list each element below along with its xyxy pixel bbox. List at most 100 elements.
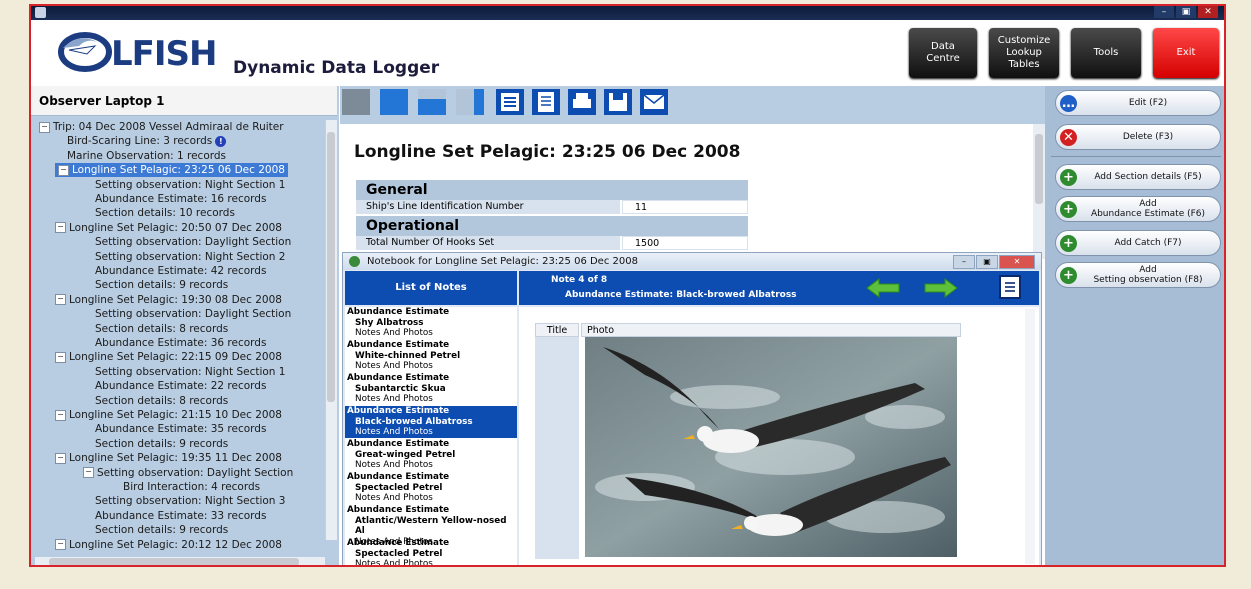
tree-node-label: Abundance Estimate: 33 records <box>95 509 267 522</box>
note-list-item[interactable]: Abundance Estimate Shy Albatross Notes And… <box>345 307 517 339</box>
collapse-icon[interactable]: − <box>55 222 66 234</box>
collapse-icon[interactable]: − <box>55 294 66 306</box>
action-button-label: Add Setting observation (F8) <box>1093 265 1203 285</box>
note-subtitle: Notes And Photos <box>355 559 433 567</box>
tree-node-label: Abundance Estimate: 35 records <box>95 423 267 436</box>
note-list-item[interactable]: Abundance Estimate Spectacled Petrel Notes… <box>345 538 517 567</box>
tree-node[interactable]: − Longline Set Pelagic: 19:35 11 Dec 2008 <box>55 451 282 465</box>
notebook-window: Notebook for Longline Set Pelagic: 23:25… <box>342 252 1042 567</box>
action-button-3[interactable]: + Add Section details (F5) <box>1055 164 1221 190</box>
action-button-1[interactable]: … Edit (F2) <box>1055 90 1221 116</box>
tools-button[interactable]: Tools <box>1071 28 1141 78</box>
note-list-item[interactable]: Abundance Estimate Spectacled Petrel Notes… <box>345 472 517 504</box>
tree-node[interactable]: Abundance Estimate: 22 records <box>95 379 266 393</box>
tree-node-label: Longline Set Pelagic: 19:35 11 Dec 2008 <box>69 452 282 465</box>
tree-horizontal-scrollbar[interactable] <box>35 557 325 565</box>
collapse-icon[interactable]: − <box>55 351 66 363</box>
next-note-icon[interactable] <box>923 277 959 299</box>
exit-button[interactable]: Exit <box>1153 28 1219 78</box>
save-icon[interactable] <box>604 89 632 115</box>
note-type: Abundance Estimate <box>347 373 450 383</box>
tree-node[interactable]: Section details: 9 records <box>95 278 228 292</box>
data-centre-button[interactable]: Data Centre <box>909 28 977 78</box>
action-button-4[interactable]: + Add Abundance Estimate (F6) <box>1055 196 1221 222</box>
tree-node-label: Abundance Estimate: 42 records <box>95 265 267 277</box>
field-value[interactable]: 11 <box>622 200 748 214</box>
tree-node[interactable]: Setting observation: Night Section 1 <box>95 365 285 379</box>
print-icon[interactable] <box>568 89 596 115</box>
minimize-button[interactable]: – <box>1154 6 1174 18</box>
action-button-6[interactable]: + Add Setting observation (F8) <box>1055 262 1221 288</box>
tree-node[interactable]: Abundance Estimate: 33 records <box>95 509 266 523</box>
notebook-title-bar: Notebook for Longline Set Pelagic: 23:25… <box>343 253 1041 270</box>
tree-node[interactable]: − Longline Set Pelagic: 20:50 07 Dec 2008 <box>55 221 282 235</box>
tree-node[interactable]: Section details: 9 records <box>95 437 228 451</box>
note-list-item[interactable]: Abundance Estimate Subantarctic Skua Notes… <box>345 373 517 405</box>
tree-node[interactable]: Section details: 8 records <box>95 394 228 408</box>
tree-node[interactable]: Abundance Estimate: 35 records <box>95 422 266 436</box>
email-icon[interactable] <box>640 89 668 115</box>
list-view-icon[interactable] <box>496 89 524 115</box>
tree-node[interactable]: Section details: 8 records <box>95 322 228 336</box>
previous-note-icon[interactable] <box>865 277 901 299</box>
notebook-minimize-button[interactable]: – <box>953 255 975 269</box>
customize-lookup-tables-button[interactable]: Customize Lookup Tables <box>989 28 1059 78</box>
note-species: Shy Albatross <box>355 317 424 328</box>
collapse-icon[interactable]: − <box>39 121 50 133</box>
tree-node[interactable]: Setting observation: Daylight Section <box>95 235 291 249</box>
tree-node[interactable]: Setting observation: Night Section 1 <box>95 178 285 192</box>
tree-node-label: Setting observation: Night Section 1 <box>95 365 286 378</box>
section-general: General <box>356 180 748 200</box>
notes-list: Abundance Estimate Shy Albatross Notes And… <box>345 307 517 567</box>
detail-scrollbar[interactable] <box>1033 124 1045 259</box>
tree-node[interactable]: − Longline Set Pelagic: 21:15 10 Dec 2008 <box>55 408 282 422</box>
note-document-icon[interactable] <box>999 275 1021 299</box>
collapse-icon[interactable]: − <box>55 539 66 551</box>
action-button-2[interactable]: ✕ Delete (F3) <box>1055 124 1221 150</box>
tree-node[interactable]: − Longline Set Pelagic: 20:12 12 Dec 2008 <box>55 538 282 552</box>
tree-node[interactable]: Marine Observation: 1 records <box>67 149 226 163</box>
action-button-5[interactable]: + Add Catch (F7) <box>1055 230 1221 256</box>
tree-node[interactable]: Bird-Scaring Line: 3 records! <box>67 134 227 148</box>
albatross-photo <box>585 337 957 557</box>
notebook-maximize-button[interactable]: ▣ <box>976 255 998 269</box>
app-icon <box>35 7 46 18</box>
field-value[interactable]: 1500 <box>622 236 748 250</box>
view-split-icon[interactable] <box>418 89 446 115</box>
tree-node[interactable]: − Longline Set Pelagic: 23:25 06 Dec 2008 <box>55 163 288 178</box>
tree-node[interactable]: − Trip: 04 Dec 2008 Vessel Admiraal de Ru… <box>39 120 284 134</box>
tree-node[interactable]: Abundance Estimate: 36 records <box>95 336 266 350</box>
tree-node[interactable]: Section details: 9 records <box>95 523 228 537</box>
note-scrollbar[interactable] <box>1025 309 1035 564</box>
tree-vertical-scrollbar[interactable] <box>325 120 337 540</box>
maximize-button[interactable]: ▣ <box>1176 6 1196 18</box>
tree-node-label: Longline Set Pelagic: 20:50 07 Dec 2008 <box>69 221 282 234</box>
tree-node[interactable]: − Setting observation: Daylight Section <box>83 466 293 480</box>
note-list-item[interactable]: Abundance Estimate White-chinned Petrel No… <box>345 340 517 372</box>
collapse-icon[interactable]: − <box>83 467 94 479</box>
tree-node[interactable]: Setting observation: Night Section 3 <box>95 494 285 508</box>
tree-node[interactable]: Abundance Estimate: 42 records <box>95 264 266 278</box>
tree-node-label: Section details: 9 records <box>95 524 229 537</box>
notebook-icon[interactable] <box>532 89 560 115</box>
view-right-icon[interactable] <box>456 89 484 115</box>
tree-node[interactable]: − Longline Set Pelagic: 19:30 08 Dec 2008 <box>55 293 282 307</box>
collapse-icon[interactable]: − <box>55 409 66 421</box>
view-blue-icon[interactable] <box>380 89 408 115</box>
tree-node[interactable]: Setting observation: Night Section 2 <box>95 250 285 264</box>
tree-node-label: Longline Set Pelagic: 20:12 12 Dec 2008 <box>69 538 282 551</box>
tree-node[interactable]: Setting observation: Daylight Section <box>95 307 291 321</box>
view-gray-icon[interactable] <box>342 89 370 115</box>
tree-node[interactable]: Bird Interaction: 4 records <box>123 480 260 494</box>
note-list-item[interactable]: Abundance Estimate Black-browed Albatross… <box>345 406 517 438</box>
tree-node[interactable]: − Longline Set Pelagic: 22:15 09 Dec 2008 <box>55 350 282 364</box>
tree-node[interactable]: Abundance Estimate: 16 records <box>95 192 266 206</box>
collapse-icon[interactable]: − <box>58 164 69 176</box>
notebook-close-button[interactable]: ✕ <box>999 255 1035 269</box>
tree-node-label: Longline Set Pelagic: 23:25 06 Dec 2008 <box>72 164 285 177</box>
close-button[interactable]: ✕ <box>1198 6 1218 18</box>
divider <box>1051 156 1221 157</box>
tree-node[interactable]: Section details: 10 records <box>95 206 235 220</box>
collapse-icon[interactable]: − <box>55 452 66 464</box>
note-list-item[interactable]: Abundance Estimate Great-winged Petrel Not… <box>345 439 517 471</box>
